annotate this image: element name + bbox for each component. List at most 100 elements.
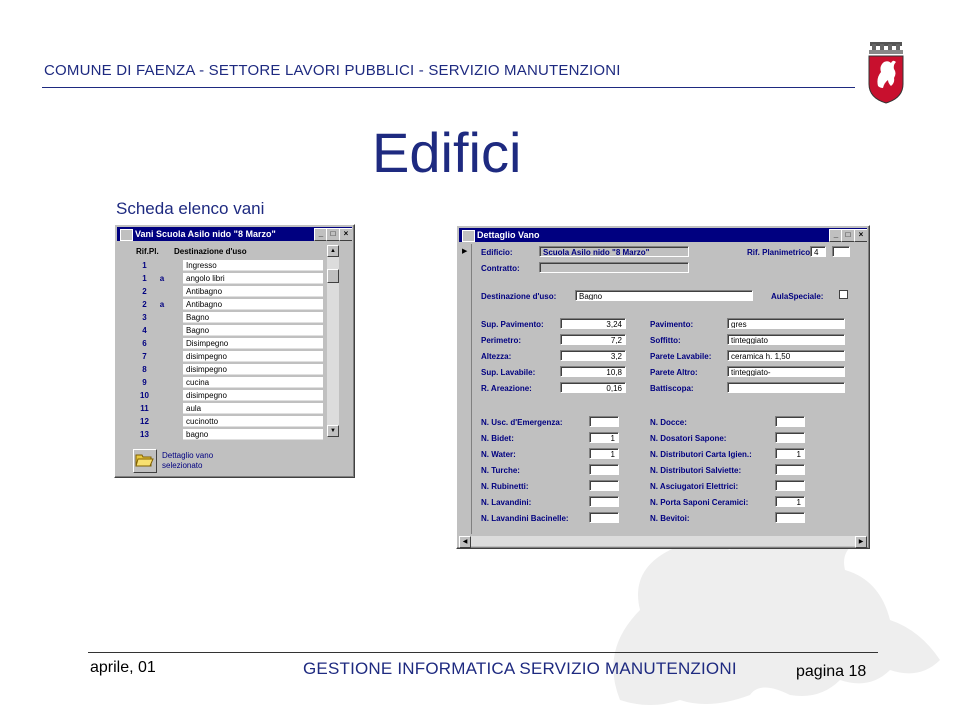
- list-row[interactable]: 1 Ingresso: [136, 260, 325, 272]
- field-label: Sup. Lavabile:: [481, 368, 536, 377]
- field-label: Parete Lavabile:: [650, 352, 712, 361]
- count-field[interactable]: [589, 496, 619, 507]
- row-destination: Disimpegno: [183, 338, 323, 349]
- count-label: N. Bevitoi:: [650, 514, 690, 523]
- row-num: 2: [142, 300, 147, 309]
- list-row[interactable]: 3 Bagno: [136, 312, 325, 324]
- field-label: Altezza:: [481, 352, 512, 361]
- header-title: COMUNE DI FAENZA - SETTORE LAVORI PUBBLI…: [44, 62, 621, 79]
- open-folder-icon: [135, 454, 154, 467]
- open-detail-button[interactable]: [133, 449, 157, 473]
- scroll-right-button[interactable]: ▶: [855, 536, 867, 548]
- rooms-list-title: Vani Scuola Asilo nido "8 Marzo": [135, 229, 276, 239]
- list-row[interactable]: 7 disimpegno: [136, 351, 325, 363]
- parete-altro-field[interactable]: tinteggiato-: [727, 366, 845, 377]
- altezza-field[interactable]: 3,2: [560, 350, 626, 361]
- count-field[interactable]: [775, 432, 805, 443]
- row-num: 10: [140, 391, 149, 400]
- soffitto-field[interactable]: tinteggiato: [727, 334, 845, 345]
- col-header-destination: Destinazione d'uso: [174, 247, 247, 256]
- aula-speciale-checkbox[interactable]: [839, 290, 848, 299]
- room-detail-titlebar[interactable]: Dettaglio Vano _ □ ×: [459, 228, 867, 242]
- pavimento-field[interactable]: gres: [727, 318, 845, 329]
- list-row[interactable]: 2 Antibagno: [136, 286, 325, 298]
- count-field[interactable]: [589, 464, 619, 475]
- record-selector[interactable]: ▶: [459, 244, 472, 534]
- count-field[interactable]: [589, 416, 619, 427]
- contratto-field[interactable]: [539, 262, 689, 273]
- row-num: 1: [142, 261, 147, 270]
- scroll-up-button[interactable]: ▲: [327, 245, 339, 257]
- row-destination: Antibagno: [183, 299, 323, 310]
- rif-planimetrico-extra-field[interactable]: [832, 246, 850, 257]
- scroll-down-button[interactable]: ▼: [327, 425, 339, 437]
- list-row[interactable]: 11 aula: [136, 403, 325, 415]
- count-label: N. Lavandini Bacinelle:: [481, 514, 569, 523]
- row-num: 1: [142, 274, 147, 283]
- perimetro-field[interactable]: 7,2: [560, 334, 626, 345]
- maximize-button[interactable]: □: [326, 228, 340, 241]
- count-label: N. Turche:: [481, 466, 520, 475]
- count-field[interactable]: [775, 464, 805, 475]
- count-label: N. Water:: [481, 450, 516, 459]
- row-num: 7: [142, 352, 147, 361]
- row-destination: bagno: [183, 429, 323, 440]
- coat-of-arms-icon: [868, 42, 904, 104]
- count-label: N. Rubinetti:: [481, 482, 529, 491]
- detail-horizontal-scrollbar[interactable]: ◀ ▶: [459, 536, 867, 548]
- count-field[interactable]: [775, 416, 805, 427]
- count-field[interactable]: [589, 512, 619, 523]
- list-row[interactable]: 9 cucina: [136, 377, 325, 389]
- row-num: 9: [142, 378, 147, 387]
- close-button[interactable]: ×: [854, 229, 867, 242]
- count-field[interactable]: [589, 480, 619, 491]
- room-detail-title: Dettaglio Vano: [477, 230, 540, 240]
- count-field[interactable]: 1: [589, 448, 619, 459]
- count-field[interactable]: [775, 480, 805, 491]
- count-label: N. Usc. d'Emergenza:: [481, 418, 563, 427]
- count-label: N. Distributori Salviette:: [650, 466, 742, 475]
- row-suffix: a: [159, 300, 165, 309]
- areazione-field[interactable]: 0,16: [560, 382, 626, 393]
- rif-planimetrico-label: Rif. Planimetrico:: [747, 248, 813, 257]
- count-field[interactable]: 1: [589, 432, 619, 443]
- count-field[interactable]: 1: [775, 448, 805, 459]
- scroll-thumb[interactable]: [327, 269, 339, 283]
- rif-planimetrico-field[interactable]: 4: [810, 246, 826, 257]
- rooms-list-titlebar[interactable]: Vani Scuola Asilo nido "8 Marzo" _ □ ×: [117, 227, 352, 241]
- contratto-label: Contratto:: [481, 264, 520, 273]
- list-row[interactable]: 12 cucinotto: [136, 416, 325, 428]
- list-row[interactable]: 4 Bagno: [136, 325, 325, 337]
- parete-lavabile-field[interactable]: ceramica h. 1,50: [727, 350, 845, 361]
- list-row[interactable]: 1 a angolo libri: [136, 273, 325, 285]
- sup-pavimento-field[interactable]: 3,24: [560, 318, 626, 329]
- list-row[interactable]: 10 disimpegno: [136, 390, 325, 402]
- field-label: Battiscopa:: [650, 384, 694, 393]
- count-label: N. Lavandini:: [481, 498, 532, 507]
- list-row[interactable]: 8 disimpegno: [136, 364, 325, 376]
- field-label: Sup. Pavimento:: [481, 320, 544, 329]
- rooms-list: Rif.Pl. Destinazione d'uso 1 Ingresso 1 a a…: [127, 245, 327, 440]
- edificio-field[interactable]: Scuola Asilo nido "8 Marzo": [539, 246, 689, 257]
- count-label: N. Porta Saponi Ceramici:: [650, 498, 749, 507]
- rooms-list-window: Vani Scuola Asilo nido "8 Marzo" _ □ × R…: [114, 224, 355, 478]
- row-destination: disimpegno: [183, 351, 323, 362]
- slide-title: Edifici: [372, 121, 522, 184]
- close-button[interactable]: ×: [339, 228, 352, 241]
- scroll-left-button[interactable]: ◀: [459, 536, 471, 548]
- count-field[interactable]: [775, 512, 805, 523]
- count-field[interactable]: 1: [775, 496, 805, 507]
- destinazione-field[interactable]: Bagno: [575, 290, 753, 301]
- row-num: 6: [142, 339, 147, 348]
- list-row[interactable]: 13 bagno: [136, 429, 325, 441]
- maximize-button[interactable]: □: [841, 229, 855, 242]
- field-label: Parete Altro:: [650, 368, 698, 377]
- row-num: 11: [140, 404, 149, 413]
- sup-lavabile-field[interactable]: 10,8: [560, 366, 626, 377]
- field-label: Perimetro:: [481, 336, 522, 345]
- count-label: N. Distributori Carta Igien.:: [650, 450, 752, 459]
- battiscopa-field[interactable]: [727, 382, 845, 393]
- list-scrollbar[interactable]: ▲ ▼: [327, 245, 339, 437]
- list-row[interactable]: 6 Disimpegno: [136, 338, 325, 350]
- list-row[interactable]: 2 a Antibagno: [136, 299, 325, 311]
